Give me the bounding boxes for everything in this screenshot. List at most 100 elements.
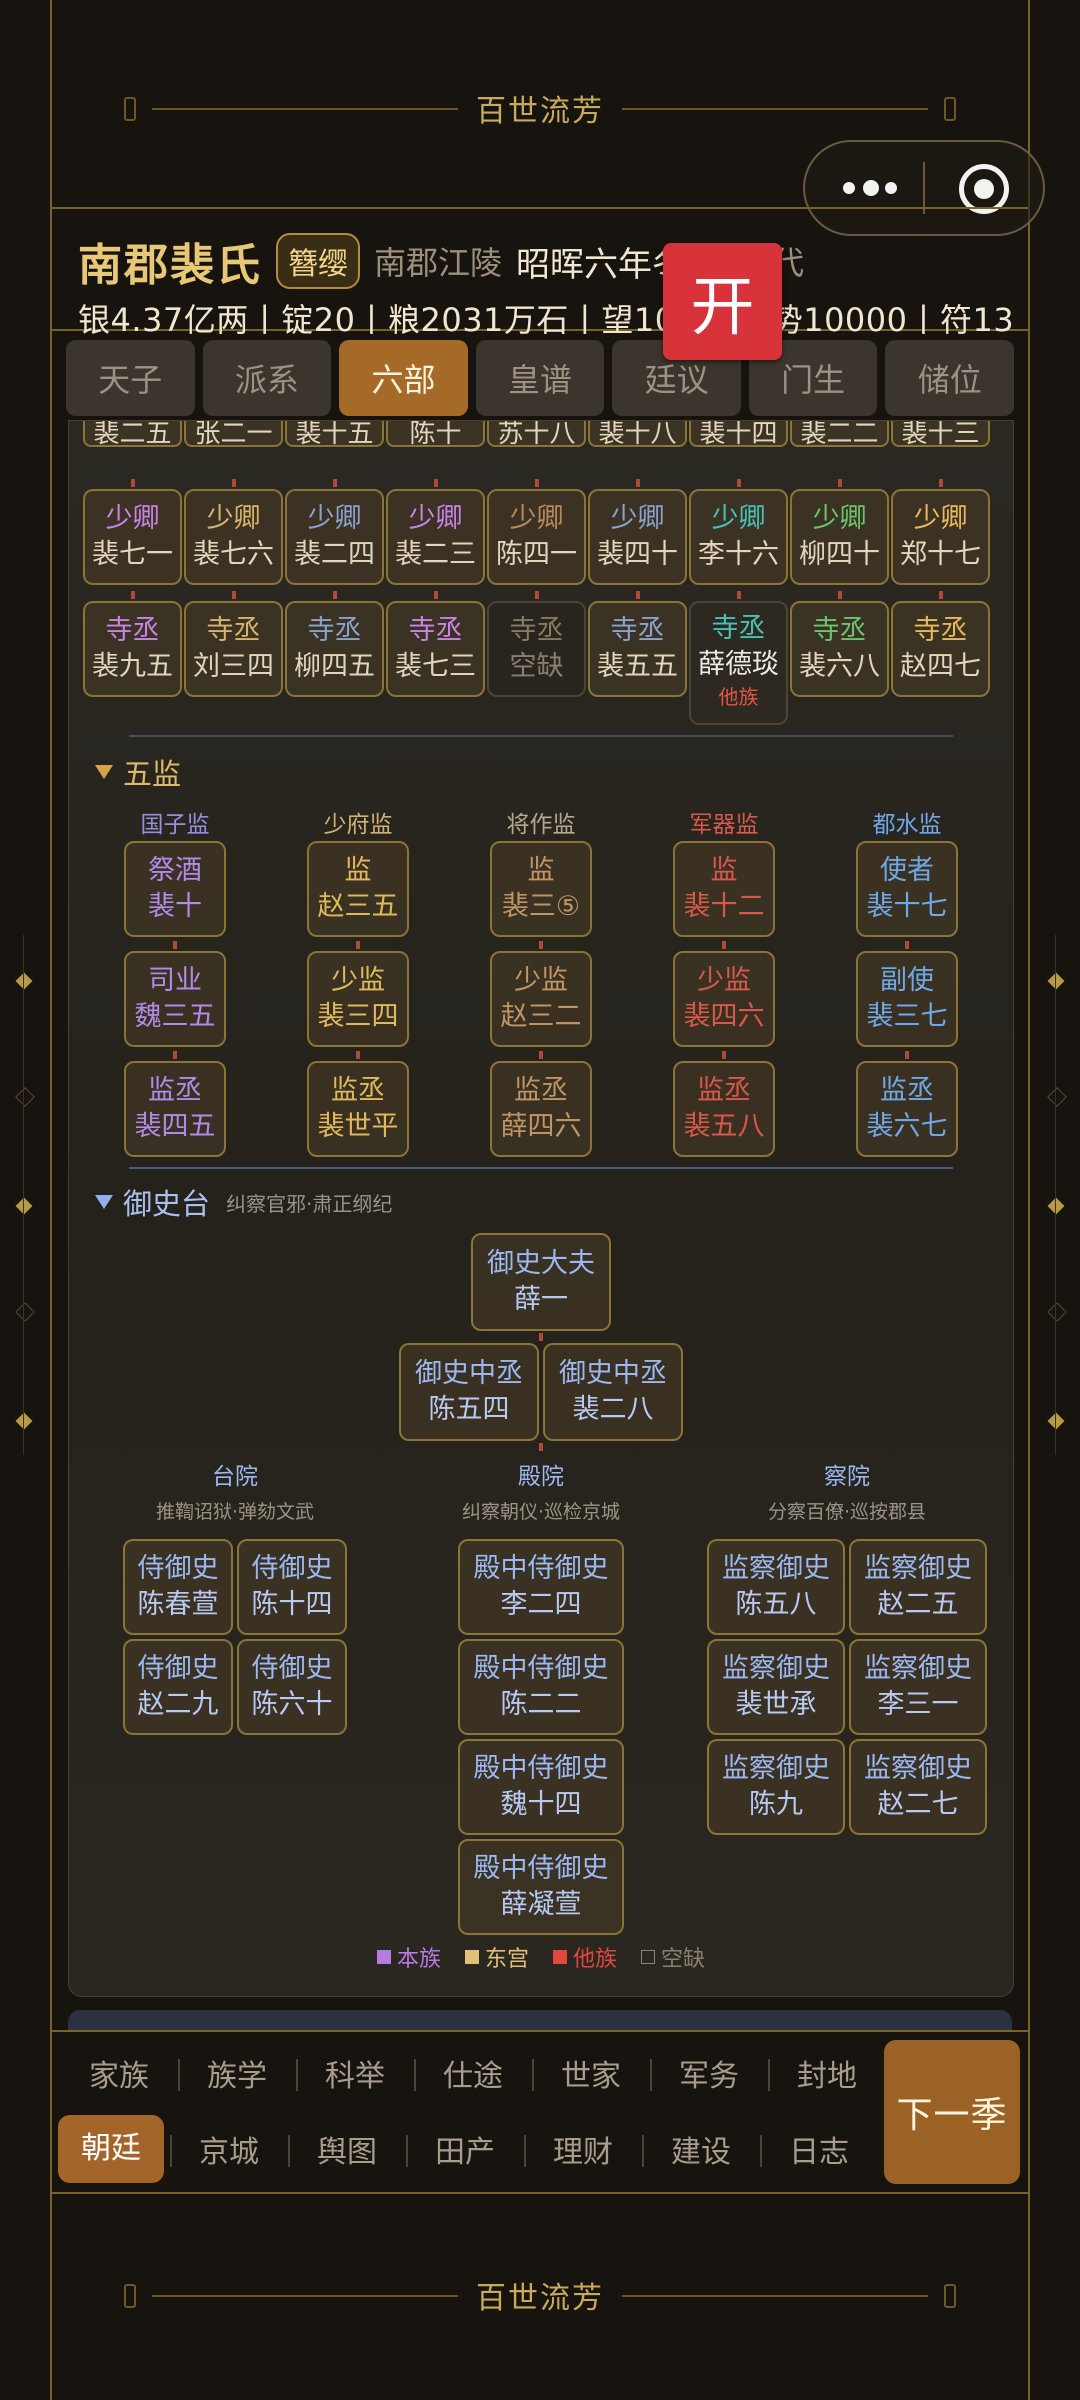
official-name-top[interactable]: 裴十八 (588, 421, 687, 449)
official-card[interactable]: 监丞 薛四六 (490, 1061, 592, 1157)
nav-朝廷[interactable]: 朝廷 (58, 2115, 164, 2183)
official-name-top[interactable]: 苏十八 (487, 421, 586, 449)
official-card[interactable]: 使者 裴十七 (856, 841, 958, 937)
nav-科举[interactable]: 科举 (296, 2051, 414, 2095)
nav-世家[interactable]: 世家 (532, 2051, 650, 2095)
official-card[interactable]: 侍御史 陈十四 (237, 1539, 347, 1635)
official-card[interactable]: 少监 裴四六 (673, 951, 775, 1047)
tab-储位[interactable]: 储位 (885, 340, 1015, 416)
official-title: 少卿 (509, 502, 564, 534)
official-name: 薛一 (514, 1284, 568, 1315)
official-card[interactable]: 寺丞 薛德琰 他族 (689, 601, 788, 725)
official-name-top[interactable]: 张二一 (184, 421, 283, 449)
official-name: 空缺 (509, 651, 564, 682)
nav-京城[interactable]: 京城 (170, 2127, 288, 2171)
official-name-top[interactable]: 陈十 (386, 421, 485, 449)
official-name: 李十六 (698, 539, 779, 570)
official-name-top[interactable]: 裴二五 (83, 421, 182, 449)
official-card[interactable]: 监察御史 赵二七 (849, 1739, 987, 1835)
tab-天子[interactable]: 天子 (66, 340, 195, 416)
official-card[interactable]: 少卿 裴二四 (285, 489, 384, 585)
tab-六部[interactable]: 六部 (339, 340, 468, 416)
official-card[interactable]: 监察御史 赵二五 (849, 1539, 987, 1635)
official-card[interactable]: 少监 赵三二 (490, 951, 592, 1047)
official-card[interactable]: 寺丞 裴七三 (386, 601, 485, 697)
official-card[interactable]: 监赵三五 (307, 841, 409, 937)
official-card[interactable]: 寺丞 空缺 (487, 601, 586, 697)
official-title: 寺丞 (812, 614, 867, 646)
nav-田产[interactable]: 田产 (406, 2127, 524, 2171)
official-card[interactable]: 祭酒 裴十 (124, 841, 226, 937)
nav-封地[interactable]: 封地 (768, 2051, 886, 2095)
official-card[interactable]: 监察御史 李三一 (849, 1639, 987, 1735)
official-title: 寺丞 (307, 614, 362, 646)
nav-理财[interactable]: 理财 (524, 2127, 642, 2171)
official-card[interactable]: 寺丞 刘三四 (184, 601, 283, 697)
official-card[interactable]: 监察御史 陈九 (707, 1739, 845, 1835)
section-divider (129, 735, 953, 737)
nav-舆图[interactable]: 舆图 (288, 2127, 406, 2171)
nav-建设[interactable]: 建设 (642, 2127, 760, 2171)
official-name-top[interactable]: 裴十三 (891, 421, 990, 449)
official-card[interactable]: 少卿 陈四一 (487, 489, 586, 585)
official-card[interactable]: 副使 裴三七 (856, 951, 958, 1047)
official-card[interactable]: 少卿 裴七一 (83, 489, 182, 585)
official-card[interactable]: 少监 裴三四 (307, 951, 409, 1047)
legend-label: 他族 (573, 1947, 618, 1972)
official-title: 少监 (697, 964, 751, 996)
section-header-yushitai[interactable]: 御史台 纠察官邪·肃正纲纪 (95, 1181, 392, 1223)
official-card[interactable]: 侍御史 陈六十 (237, 1639, 347, 1735)
official-card[interactable]: 少卿 柳四十 (790, 489, 889, 585)
nav-族学[interactable]: 族学 (178, 2051, 296, 2095)
official-card[interactable]: 少卿 裴七六 (184, 489, 283, 585)
official-card[interactable]: 御史中丞 陈五四 (399, 1343, 539, 1441)
nav-家族[interactable]: 家族 (60, 2051, 178, 2095)
official-card[interactable]: 监察御史 裴世承 (707, 1639, 845, 1735)
next-season-button[interactable]: 下一季 (884, 2040, 1020, 2184)
official-card[interactable]: 侍御史 陈春萱 (123, 1539, 233, 1635)
official-card[interactable]: 寺丞 裴六八 (790, 601, 889, 697)
official-name-top[interactable]: 裴十五 (285, 421, 384, 449)
official-card[interactable]: 侍御史 赵二九 (123, 1639, 233, 1735)
section-header-wujian[interactable]: 五监 (95, 751, 181, 793)
connector (539, 941, 543, 949)
official-card[interactable]: 御史中丞 裴二八 (543, 1343, 683, 1441)
official-card[interactable]: 监察御史 陈五八 (707, 1539, 845, 1635)
official-title: 副使 (880, 964, 934, 996)
nav-仕途[interactable]: 仕途 (414, 2051, 532, 2095)
official-name: 薛德琰 (698, 649, 779, 681)
official-card[interactable]: 监丞 裴四五 (124, 1061, 226, 1157)
official-card[interactable]: 殿中侍御史 薛凝萱 (458, 1839, 624, 1935)
official-card[interactable]: 少卿 裴四十 (588, 489, 687, 585)
official-card[interactable]: 寺丞 裴五五 (588, 601, 687, 697)
official-card[interactable]: 少卿 李十六 (689, 489, 788, 585)
nav-日志[interactable]: 日志 (760, 2127, 878, 2171)
official-card[interactable]: 寺丞 赵四七 (891, 601, 990, 697)
official-card[interactable]: 少卿 裴二三 (386, 489, 485, 585)
more-dots-icon[interactable] (843, 175, 899, 201)
official-name-top[interactable]: 裴二二 (790, 421, 889, 449)
tab-派系[interactable]: 派系 (202, 340, 332, 416)
official-card[interactable]: 监丞 裴五八 (673, 1061, 775, 1157)
official-card[interactable]: 寺丞 柳四五 (285, 601, 384, 697)
official-card[interactable]: 寺丞 裴九五 (83, 601, 182, 697)
open-button[interactable]: 开 (663, 243, 782, 360)
official-card[interactable]: 司业 魏三五 (124, 951, 226, 1047)
nav-军务[interactable]: 军务 (650, 2051, 768, 2095)
official-card[interactable]: 殿中侍御史 李二四 (458, 1539, 624, 1635)
official-card[interactable]: 监丞 裴世平 (307, 1061, 409, 1157)
official-card[interactable]: 监裴三⑤ (490, 841, 592, 937)
official-card[interactable]: 监丞 裴六七 (856, 1061, 958, 1157)
official-card[interactable]: 殿中侍御史 陈二二 (458, 1639, 624, 1735)
official-card[interactable]: 监裴十二 (673, 841, 775, 937)
official-name-top[interactable]: 裴十四 (689, 421, 788, 449)
official-card[interactable]: 殿中侍御史 魏十四 (458, 1739, 624, 1835)
official-title: 殿中侍御史 (473, 1552, 609, 1584)
official-card[interactable]: 御史大夫 薛一 (471, 1233, 611, 1331)
ornament-diamond (15, 1412, 33, 1430)
tab-皇谱[interactable]: 皇谱 (475, 340, 605, 416)
official-card[interactable]: 少卿 郑十七 (891, 489, 990, 585)
official-title: 寺丞 (408, 614, 463, 646)
connector (938, 591, 943, 599)
official-name: 魏三五 (134, 1001, 216, 1032)
